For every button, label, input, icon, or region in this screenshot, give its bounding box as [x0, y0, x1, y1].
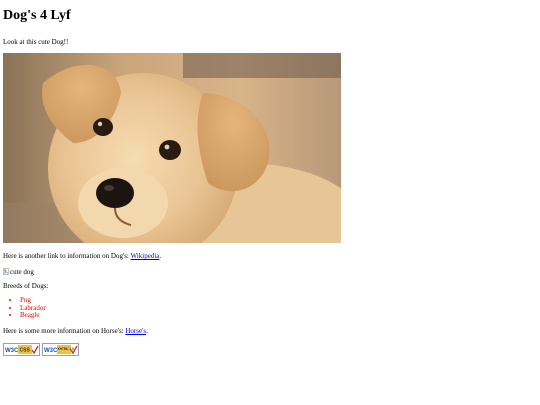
puppy-photo: [3, 53, 341, 243]
w3c-css-badge[interactable]: W3C CSS: [3, 342, 40, 356]
breeds-heading: Breeds of Dogs:: [3, 282, 49, 290]
w3c-logo-text: W3C: [44, 348, 58, 354]
broken-image-alt: cute dog: [10, 267, 34, 276]
intro-text: Look at this cute Dog!!: [3, 38, 69, 46]
list-item: Beagle: [20, 311, 540, 320]
broken-image: cute dog: [3, 267, 540, 276]
wikipedia-link[interactable]: Wikipedia: [131, 252, 160, 260]
css-badge-label: CSS: [20, 347, 31, 353]
broken-image-icon: [3, 268, 9, 275]
dog-info-text: Here is another link to information on D…: [3, 252, 131, 260]
list-item: Pug: [20, 296, 540, 305]
horse-info-text: Here is some more information on Horse's…: [3, 326, 126, 335]
horse-info-period: .: [146, 326, 148, 335]
page-title: Dog's 4 Lyf: [3, 8, 71, 23]
dog-info-paragraph: Here is another link to information on D…: [3, 252, 540, 261]
horse-link[interactable]: Horse's: [125, 327, 146, 335]
w3c-xhtml-badge[interactable]: W3C XHTML 1.0: [42, 342, 79, 356]
dog-info-period: .: [159, 252, 162, 260]
w3c-logo-text: W3C: [5, 348, 19, 354]
validator-badges: W3C CSS W3C XHTML 1.0: [3, 342, 540, 356]
list-item: Labrador: [20, 304, 540, 313]
page: Dog's 4 Lyf Look at this cute Dog!! Here…: [0, 0, 540, 356]
breeds-list: Pug Labrador Beagle: [3, 296, 540, 320]
horse-info-paragraph: Here is some more information on Horse's…: [3, 327, 540, 336]
